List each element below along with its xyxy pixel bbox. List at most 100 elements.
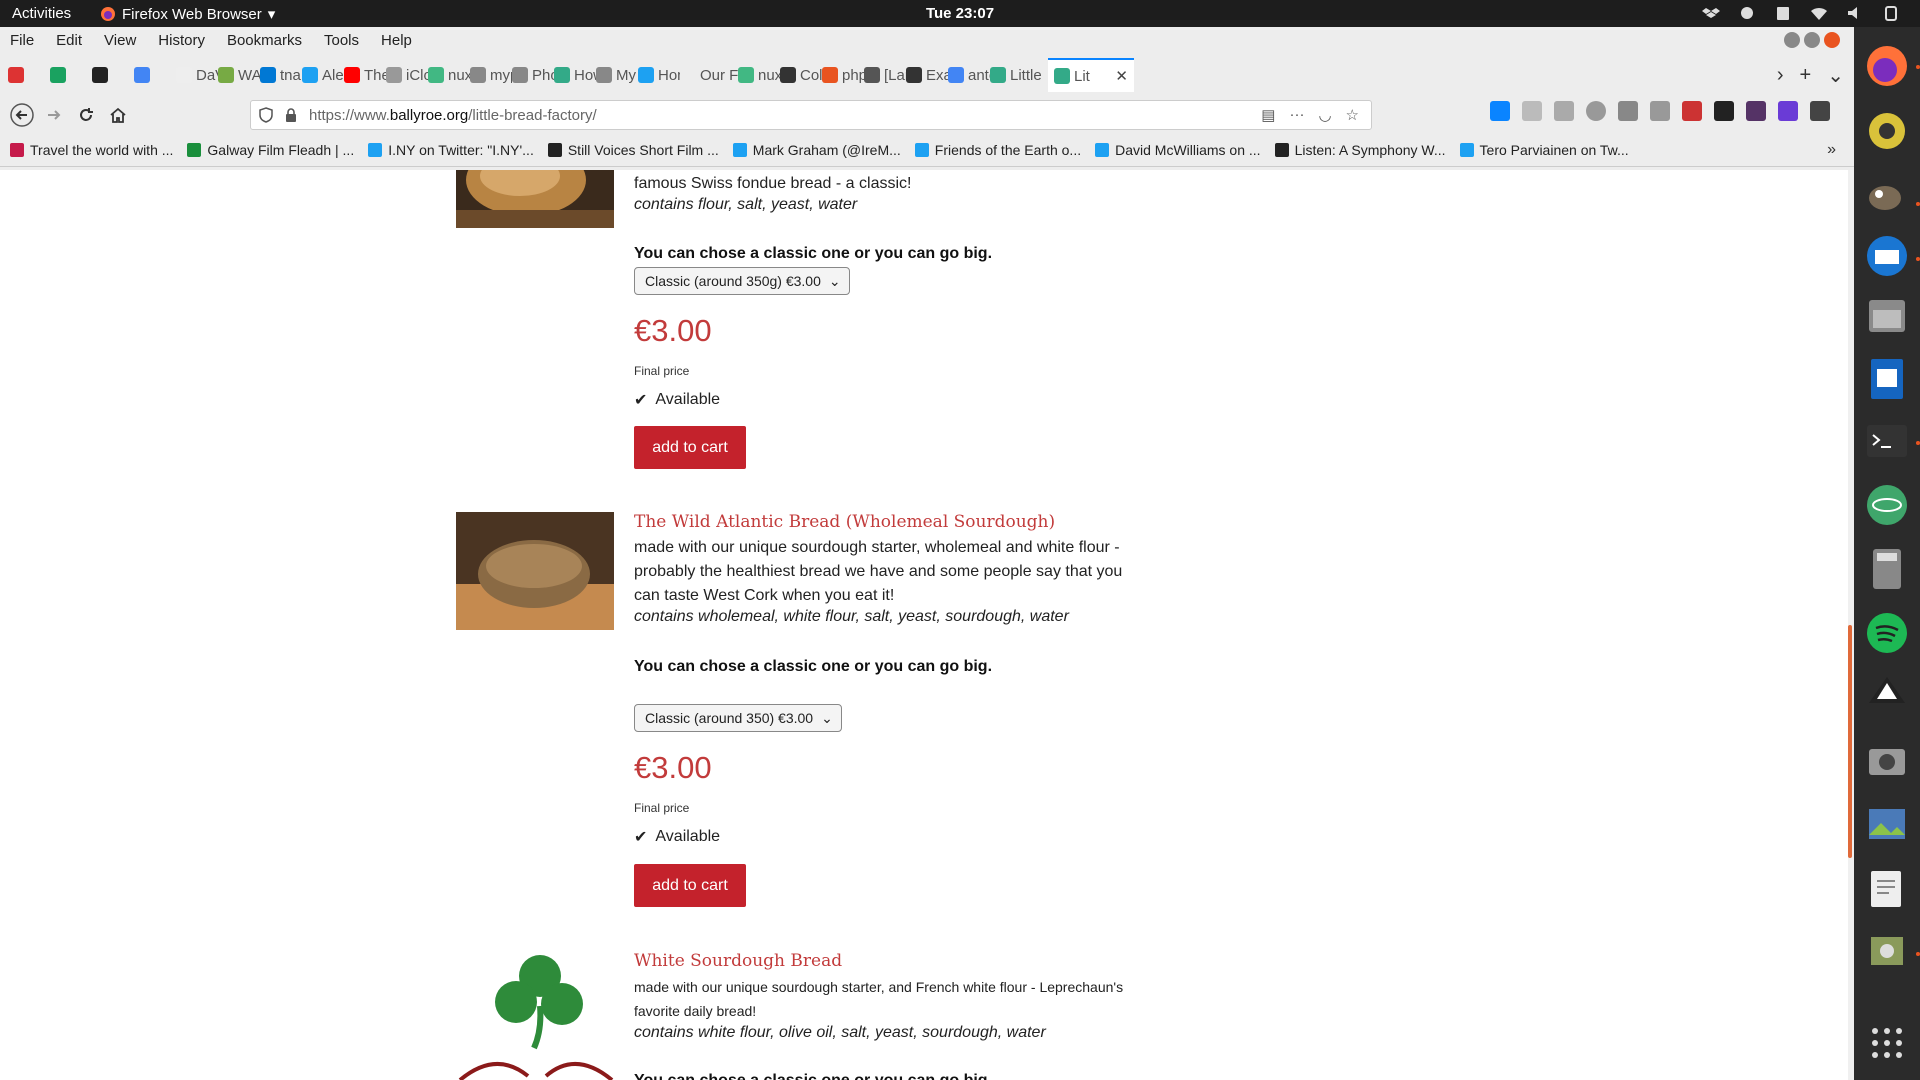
libreoffice-writer-dock-icon[interactable] bbox=[1863, 355, 1911, 403]
bookmark-item[interactable]: Listen: A Symphony W... bbox=[1274, 142, 1446, 158]
menu-help[interactable]: Help bbox=[370, 32, 423, 49]
system-tray[interactable] bbox=[1702, 4, 1900, 22]
browser-tab[interactable]: Colla bbox=[780, 58, 822, 92]
gthumb-dock-icon[interactable] bbox=[1863, 927, 1911, 975]
activities-button[interactable]: Activities bbox=[12, 5, 71, 22]
menu-edit[interactable]: Edit bbox=[45, 32, 93, 49]
camera-dock-icon[interactable] bbox=[1863, 737, 1911, 785]
rhythmbox-dock-icon[interactable] bbox=[1863, 107, 1911, 155]
power-icon[interactable] bbox=[1882, 4, 1900, 22]
browser-tab[interactable] bbox=[50, 58, 92, 92]
downloads-icon[interactable] bbox=[1490, 101, 1510, 121]
files-dock-icon[interactable] bbox=[1863, 292, 1911, 340]
extension-badge-icon[interactable] bbox=[1778, 101, 1798, 121]
sidebar-icon[interactable] bbox=[1554, 101, 1574, 121]
close-window-button[interactable] bbox=[1824, 32, 1840, 48]
product-title[interactable]: The Wild Atlantic Bread (Wholemeal Sourd… bbox=[634, 512, 1055, 532]
browser-tab[interactable]: Exam bbox=[906, 58, 948, 92]
bookmark-star-icon[interactable]: ☆ bbox=[1346, 106, 1359, 124]
url-bar[interactable]: https://www.ballyroe.org/little-bread-fa… bbox=[250, 100, 1372, 130]
product-title[interactable]: White Sourdough Bread bbox=[634, 951, 842, 971]
library-icon[interactable] bbox=[1522, 101, 1542, 121]
reload-button[interactable] bbox=[70, 99, 102, 131]
bookmark-item[interactable]: Friends of the Earth o... bbox=[914, 142, 1081, 158]
volume-icon[interactable] bbox=[1846, 4, 1864, 22]
browser-tab[interactable]: iClou bbox=[386, 58, 428, 92]
browser-tab[interactable]: DaVi bbox=[176, 58, 218, 92]
inkscape-dock-icon[interactable] bbox=[1863, 673, 1911, 721]
browser-tab[interactable]: Alex bbox=[302, 58, 344, 92]
tab-scroll-right-icon[interactable]: › bbox=[1777, 64, 1784, 87]
clock[interactable]: Tue 23:07 bbox=[926, 5, 994, 22]
close-tab-icon[interactable]: ✕ bbox=[1115, 67, 1128, 85]
extension-icon[interactable] bbox=[1714, 101, 1734, 121]
bookmark-item[interactable]: Still Voices Short Film ... bbox=[547, 142, 719, 158]
browser-tab[interactable]: nuxt bbox=[428, 58, 470, 92]
browser-tab[interactable]: My a bbox=[596, 58, 638, 92]
home-button[interactable] bbox=[102, 99, 134, 131]
bookmarks-overflow-icon[interactable]: » bbox=[1827, 141, 1836, 159]
add-to-cart-button[interactable]: add to cart bbox=[634, 426, 746, 469]
browser-tab[interactable]: Hom bbox=[638, 58, 680, 92]
scrollbar-thumb[interactable] bbox=[1848, 625, 1852, 858]
browser-tab[interactable]: WAW bbox=[218, 58, 260, 92]
browser-tab[interactable]: Our Fina bbox=[680, 58, 738, 92]
text-editor-dock-icon[interactable] bbox=[1863, 865, 1911, 913]
minimize-button[interactable] bbox=[1784, 32, 1800, 48]
settings-tool-icon[interactable] bbox=[1738, 4, 1756, 22]
browser-tab[interactable]: php bbox=[822, 58, 864, 92]
lock-icon[interactable] bbox=[285, 108, 297, 122]
reader-view-icon[interactable]: ▤ bbox=[1261, 106, 1275, 124]
atom-dock-icon[interactable] bbox=[1863, 481, 1911, 529]
clipboard-icon[interactable] bbox=[1774, 4, 1792, 22]
size-select[interactable]: Classic (around 350) €3.00 ⌄ bbox=[634, 704, 842, 732]
color-picker-extension-icon[interactable] bbox=[1682, 101, 1702, 121]
account-icon[interactable] bbox=[1586, 101, 1606, 121]
size-select[interactable]: Classic (around 350g) €3.00 ⌄ bbox=[634, 267, 850, 295]
bookmark-item[interactable]: Galway Film Fleadh | ... bbox=[187, 142, 354, 158]
menu-view[interactable]: View bbox=[93, 32, 147, 49]
browser-tab[interactable]: nuxt bbox=[738, 58, 780, 92]
browser-tab[interactable]: mypl bbox=[470, 58, 512, 92]
browser-tab[interactable]: The bbox=[344, 58, 386, 92]
bookmark-item[interactable]: David McWilliams on ... bbox=[1095, 142, 1261, 158]
pocket-icon[interactable]: ◡ bbox=[1318, 106, 1331, 124]
hamburger-menu-icon[interactable] bbox=[1810, 101, 1830, 121]
bookmark-item[interactable]: Travel the world with ... bbox=[10, 142, 173, 158]
browser-tab[interactable] bbox=[134, 58, 176, 92]
menu-tools[interactable]: Tools bbox=[313, 32, 370, 49]
browser-tab[interactable]: How bbox=[554, 58, 596, 92]
forward-button[interactable] bbox=[38, 99, 70, 131]
menu-history[interactable]: History bbox=[147, 32, 216, 49]
browser-tab[interactable]: Lit ✕ bbox=[1048, 58, 1134, 92]
browser-tab[interactable]: [Lara bbox=[864, 58, 906, 92]
new-tab-button[interactable]: + bbox=[1800, 64, 1812, 87]
list-all-tabs-icon[interactable]: ⌄ bbox=[1827, 63, 1844, 88]
bookmark-item[interactable]: I.NY on Twitter: "I.NY'... bbox=[368, 142, 534, 158]
firefox-dock-icon[interactable] bbox=[1863, 42, 1911, 90]
browser-tab[interactable]: anto bbox=[948, 58, 990, 92]
tracking-shield-icon[interactable] bbox=[259, 107, 273, 123]
browser-tab[interactable]: Phot bbox=[512, 58, 554, 92]
app-menu[interactable]: Firefox Web Browser ▾ bbox=[100, 5, 275, 23]
browser-tab[interactable] bbox=[92, 58, 134, 92]
gimp-dock-icon[interactable] bbox=[1863, 172, 1911, 220]
maximize-button[interactable] bbox=[1804, 32, 1820, 48]
image-viewer-dock-icon[interactable] bbox=[1863, 801, 1911, 849]
back-button[interactable] bbox=[6, 99, 38, 131]
dropbox-icon[interactable] bbox=[1702, 4, 1720, 22]
add-to-cart-button[interactable]: add to cart bbox=[634, 864, 746, 907]
spotify-dock-icon[interactable] bbox=[1863, 609, 1911, 657]
url-text[interactable]: https://www.ballyroe.org/little-bread-fa… bbox=[309, 107, 597, 124]
vue-devtools-icon[interactable] bbox=[1650, 101, 1670, 121]
extension-grid-icon[interactable] bbox=[1746, 101, 1766, 121]
menu-file[interactable]: File bbox=[0, 32, 45, 49]
bookmark-item[interactable]: Mark Graham (@IreM... bbox=[732, 142, 901, 158]
thunderbird-dock-icon[interactable] bbox=[1863, 232, 1911, 280]
terminal-dock-icon[interactable] bbox=[1863, 417, 1911, 465]
storage-extension-icon[interactable] bbox=[1618, 101, 1638, 121]
page-actions-icon[interactable]: ··· bbox=[1289, 106, 1304, 124]
show-applications-icon[interactable] bbox=[1863, 1017, 1911, 1065]
calculator-dock-icon[interactable] bbox=[1863, 545, 1911, 593]
bookmark-item[interactable]: Tero Parviainen on Tw... bbox=[1459, 142, 1629, 158]
